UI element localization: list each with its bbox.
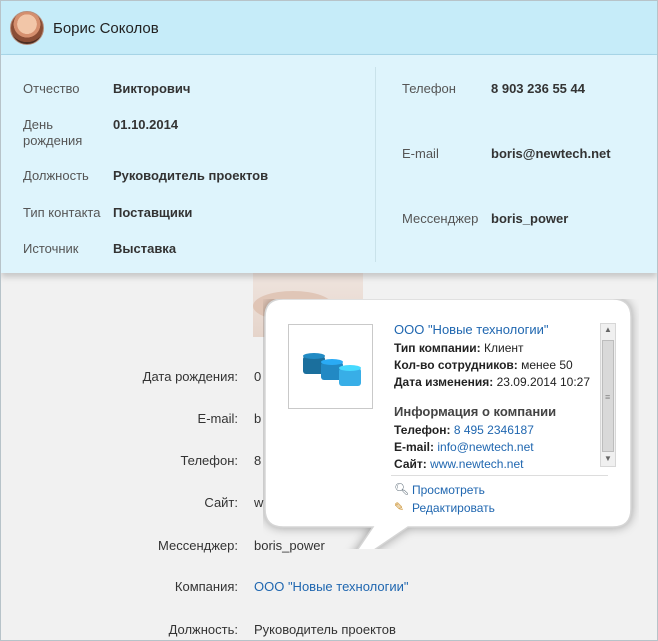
company-changed-value: 23.09.2014 10:27 [496,375,591,389]
edit-company-link[interactable]: Редактировать [412,501,495,515]
company-changed-label: Дата изменения: [394,375,494,389]
company-site-label: Сайт: [394,457,427,471]
company-email-link[interactable]: info@newtech.net [437,440,533,454]
contact-window: Борис Соколов Отчество Викторович День р… [0,0,658,641]
patronymic-value: Викторович [113,81,191,96]
company-type-value: Клиент [484,341,524,355]
company-employees-row: Кол-во сотрудников: менее 50 [394,358,573,372]
scroll-up-icon[interactable]: ▲ [604,325,612,334]
company-phone-row: Телефон: 8 495 2346187 [394,423,534,437]
detail-email-value: b [254,411,262,426]
popup-scrollbar[interactable]: ▲ ≡ ▼ [600,323,616,467]
view-company-link[interactable]: Просмотреть [412,483,485,497]
company-type-label: Тип компании: [394,341,481,355]
company-phone-label: Телефон: [394,423,451,437]
company-phone-link[interactable]: 8 495 2346187 [454,423,534,437]
detail-site-value: w [254,495,264,510]
detail-email-label: E-mail: [197,411,238,426]
detail-site-label: Сайт: [204,495,238,510]
pencil-icon: ✎ [394,500,405,514]
scroll-down-icon[interactable]: ▼ [604,454,612,463]
company-employees-label: Кол-во сотрудников: [394,358,518,372]
position-label: Должность [23,168,89,183]
company-info-heading: Информация о компании [394,404,557,419]
panel-divider [375,67,376,262]
company-changed-row: Дата изменения: 23.09.2014 10:27 [394,375,590,389]
detail-company-link[interactable]: ООО "Новые технологии" [254,579,409,594]
detail-position-label: Должность: [168,622,238,637]
contact-type-value: Поставщики [113,205,193,220]
position-value: Руководитель проектов [113,168,269,183]
contact-summary-panel: Отчество Викторович День рождения 01.10.… [1,55,657,273]
patronymic-label: Отчество [23,81,80,96]
company-name-link[interactable]: ООО "Новые технологии" [394,322,549,337]
email-value: boris@newtech.net [491,146,611,161]
company-logo [288,324,373,409]
source-label: Источник [23,241,79,256]
messenger-value: boris_power [491,211,569,226]
birth-date-value: 0 [254,369,262,384]
actions-divider [391,475,608,476]
company-email-row: E-mail: info@newtech.net [394,440,534,454]
contact-name: Борис Соколов [53,20,159,37]
scrollbar-thumb[interactable]: ≡ [602,340,614,452]
messenger-label: Мессенджер [402,211,479,226]
avatar [10,11,44,45]
magnifier-icon: 🔍︎ [394,482,410,496]
company-type-row: Тип компании: Клиент [394,341,524,355]
detail-company-label: Компания: [174,579,238,594]
birthday-label: День рождения [23,117,83,148]
phone-label: Телефон [402,81,456,96]
company-site-row: Сайт: www.newtech.net [394,457,523,471]
birthday-value: 01.10.2014 [113,117,179,132]
company-email-label: E-mail: [394,440,435,454]
birth-date-label: Дата рождения: [142,369,238,384]
contact-header: Борис Соколов [1,1,657,55]
email-label: E-mail [402,146,439,161]
detail-messenger-label: Мессенджер: [158,538,238,553]
company-site-link[interactable]: www.newtech.net [430,457,523,471]
phone-value: 8 903 236 55 44 [491,81,585,96]
contact-type-label: Тип контакта [23,205,101,220]
detail-phone-label: Телефон: [180,453,238,468]
logo-cylinder-light [339,368,361,386]
source-value: Выставка [113,241,177,256]
company-employees-value: менее 50 [521,358,573,372]
detail-phone-value: 8 [254,453,262,468]
detail-position-value: Руководитель проектов [254,622,396,637]
grip-icon: ≡ [605,392,611,402]
